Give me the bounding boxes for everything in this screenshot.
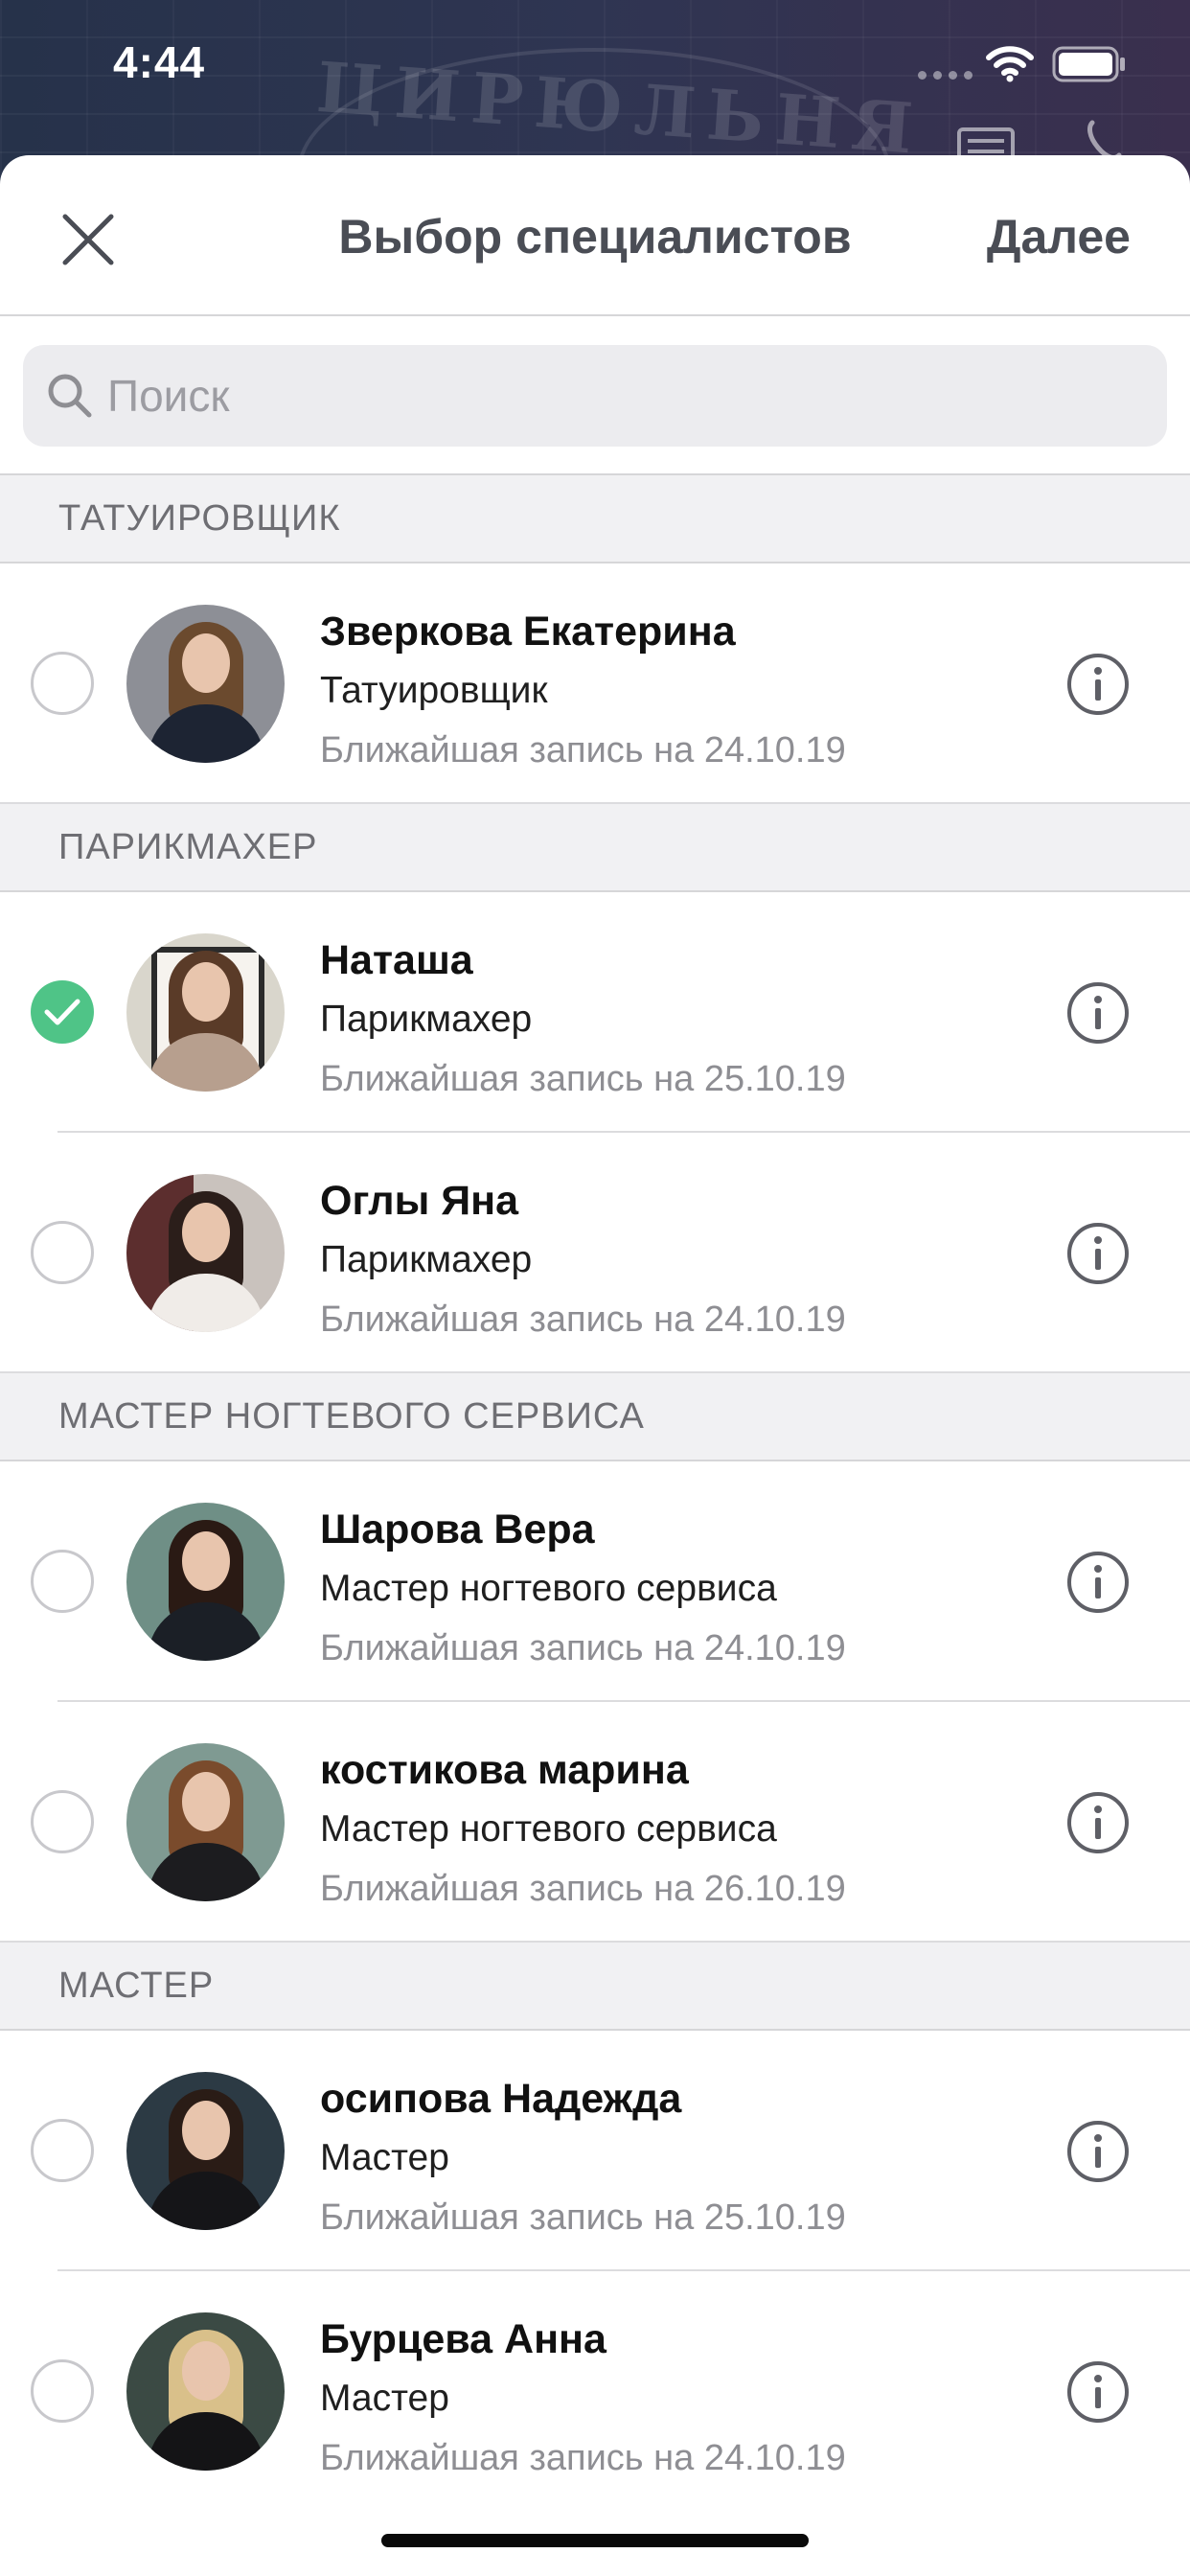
nearest-appointment: Ближайшая запись на 25.10.19	[320, 2197, 846, 2238]
selection-radio[interactable]	[31, 652, 94, 715]
battery-icon	[1052, 46, 1125, 82]
list-item[interactable]: Наташа Парикмахер Ближайшая запись на 25…	[0, 892, 1190, 1133]
nearest-appointment: Ближайшая запись на 24.10.19	[320, 2438, 846, 2478]
avatar	[126, 1743, 285, 1901]
nav-bar: Выбор специалистов Далее	[0, 155, 1190, 316]
home-indicator[interactable]	[381, 2534, 809, 2547]
avatar	[126, 1174, 285, 1332]
specialist-name: осипова Надежда	[320, 2076, 682, 2122]
specialist-info: Бурцева Анна Мастер Ближайшая запись на …	[320, 2310, 846, 2488]
info-icon[interactable]	[1065, 1790, 1131, 1855]
specialist-info: костикова марина Мастер ногтевого сервис…	[320, 1740, 846, 1919]
status-bar: 4:44	[0, 0, 1190, 134]
specialist-role: Мастер	[320, 2378, 449, 2419]
specialist-info: Зверкова Екатерина Татуировщик Ближайшая…	[320, 602, 846, 780]
list-item[interactable]: Зверкова Екатерина Татуировщик Ближайшая…	[0, 564, 1190, 804]
selection-radio[interactable]	[31, 1790, 94, 1853]
search-input[interactable]: Поиск	[23, 345, 1167, 447]
avatar	[126, 2072, 285, 2230]
specialist-role: Мастер ногтевого сервиса	[320, 1808, 777, 1850]
selection-radio[interactable]	[31, 1221, 94, 1284]
specialist-name: Шарова Вера	[320, 1506, 595, 1552]
avatar	[126, 933, 285, 1092]
search-placeholder: Поиск	[107, 371, 230, 421]
specialist-role: Мастер	[320, 2137, 449, 2178]
specialist-name: Наташа	[320, 937, 473, 983]
specialist-picker-sheet: Выбор специалистов Далее Поиск ТАТУИРОВЩ…	[0, 155, 1190, 2576]
info-icon[interactable]	[1065, 2119, 1131, 2184]
specialist-name: Бурцева Анна	[320, 2316, 606, 2362]
search-icon	[48, 374, 92, 418]
selection-radio[interactable]	[31, 2119, 94, 2182]
specialist-role: Парикмахер	[320, 1239, 533, 1280]
selection-radio[interactable]	[31, 1550, 94, 1613]
specialist-role: Мастер ногтевого сервиса	[320, 1568, 777, 1609]
nearest-appointment: Ближайшая запись на 24.10.19	[320, 730, 846, 770]
specialist-role: Парикмахер	[320, 999, 533, 1040]
list-item[interactable]: костикова марина Мастер ногтевого сервис…	[0, 1702, 1190, 1943]
selection-radio[interactable]	[31, 2359, 94, 2423]
nearest-appointment: Ближайшая запись на 24.10.19	[320, 1300, 846, 1340]
search-container: Поиск	[0, 316, 1190, 475]
specialist-info: Наташа Парикмахер Ближайшая запись на 25…	[320, 931, 846, 1109]
cellular-signal-icon	[918, 71, 973, 80]
info-icon[interactable]	[1065, 1221, 1131, 1286]
next-button[interactable]: Далее	[987, 209, 1131, 264]
nearest-appointment: Ближайшая запись на 25.10.19	[320, 1059, 846, 1099]
specialist-name: Зверкова Екатерина	[320, 609, 736, 655]
info-icon[interactable]	[1065, 652, 1131, 717]
specialist-info: Шарова Вера Мастер ногтевого сервиса Бли…	[320, 1500, 846, 1678]
list-item[interactable]: осипова Надежда Мастер Ближайшая запись …	[0, 2031, 1190, 2271]
list-item[interactable]: Оглы Яна Парикмахер Ближайшая запись на …	[0, 1133, 1190, 1373]
list-item[interactable]: Бурцева Анна Мастер Ближайшая запись на …	[0, 2271, 1190, 2512]
info-icon[interactable]	[1065, 980, 1131, 1046]
selection-radio-checked[interactable]	[31, 980, 94, 1044]
specialist-name: костикова марина	[320, 1747, 689, 1793]
avatar	[126, 605, 285, 763]
specialist-name: Оглы Яна	[320, 1178, 519, 1224]
specialist-role: Татуировщик	[320, 670, 548, 711]
section-header-tattoo: ТАТУИРОВЩИК	[0, 475, 1190, 564]
avatar	[126, 2312, 285, 2471]
info-icon[interactable]	[1065, 2359, 1131, 2425]
wifi-icon	[986, 46, 1034, 82]
section-header-nail-service: МАСТЕР НОГТЕВОГО СЕРВИСА	[0, 1373, 1190, 1461]
section-header-master: МАСТЕР	[0, 1943, 1190, 2031]
specialist-info: осипова Надежда Мастер Ближайшая запись …	[320, 2069, 846, 2247]
info-icon[interactable]	[1065, 1550, 1131, 1615]
list-item[interactable]: Шарова Вера Мастер ногтевого сервиса Бли…	[0, 1461, 1190, 1702]
nearest-appointment: Ближайшая запись на 24.10.19	[320, 1628, 846, 1668]
status-time: 4:44	[113, 37, 206, 87]
avatar	[126, 1503, 285, 1661]
nearest-appointment: Ближайшая запись на 26.10.19	[320, 1869, 846, 1909]
specialist-info: Оглы Яна Парикмахер Ближайшая запись на …	[320, 1171, 846, 1349]
section-header-hairdresser: ПАРИКМАХЕР	[0, 804, 1190, 892]
checkmark-icon	[44, 999, 80, 1025]
